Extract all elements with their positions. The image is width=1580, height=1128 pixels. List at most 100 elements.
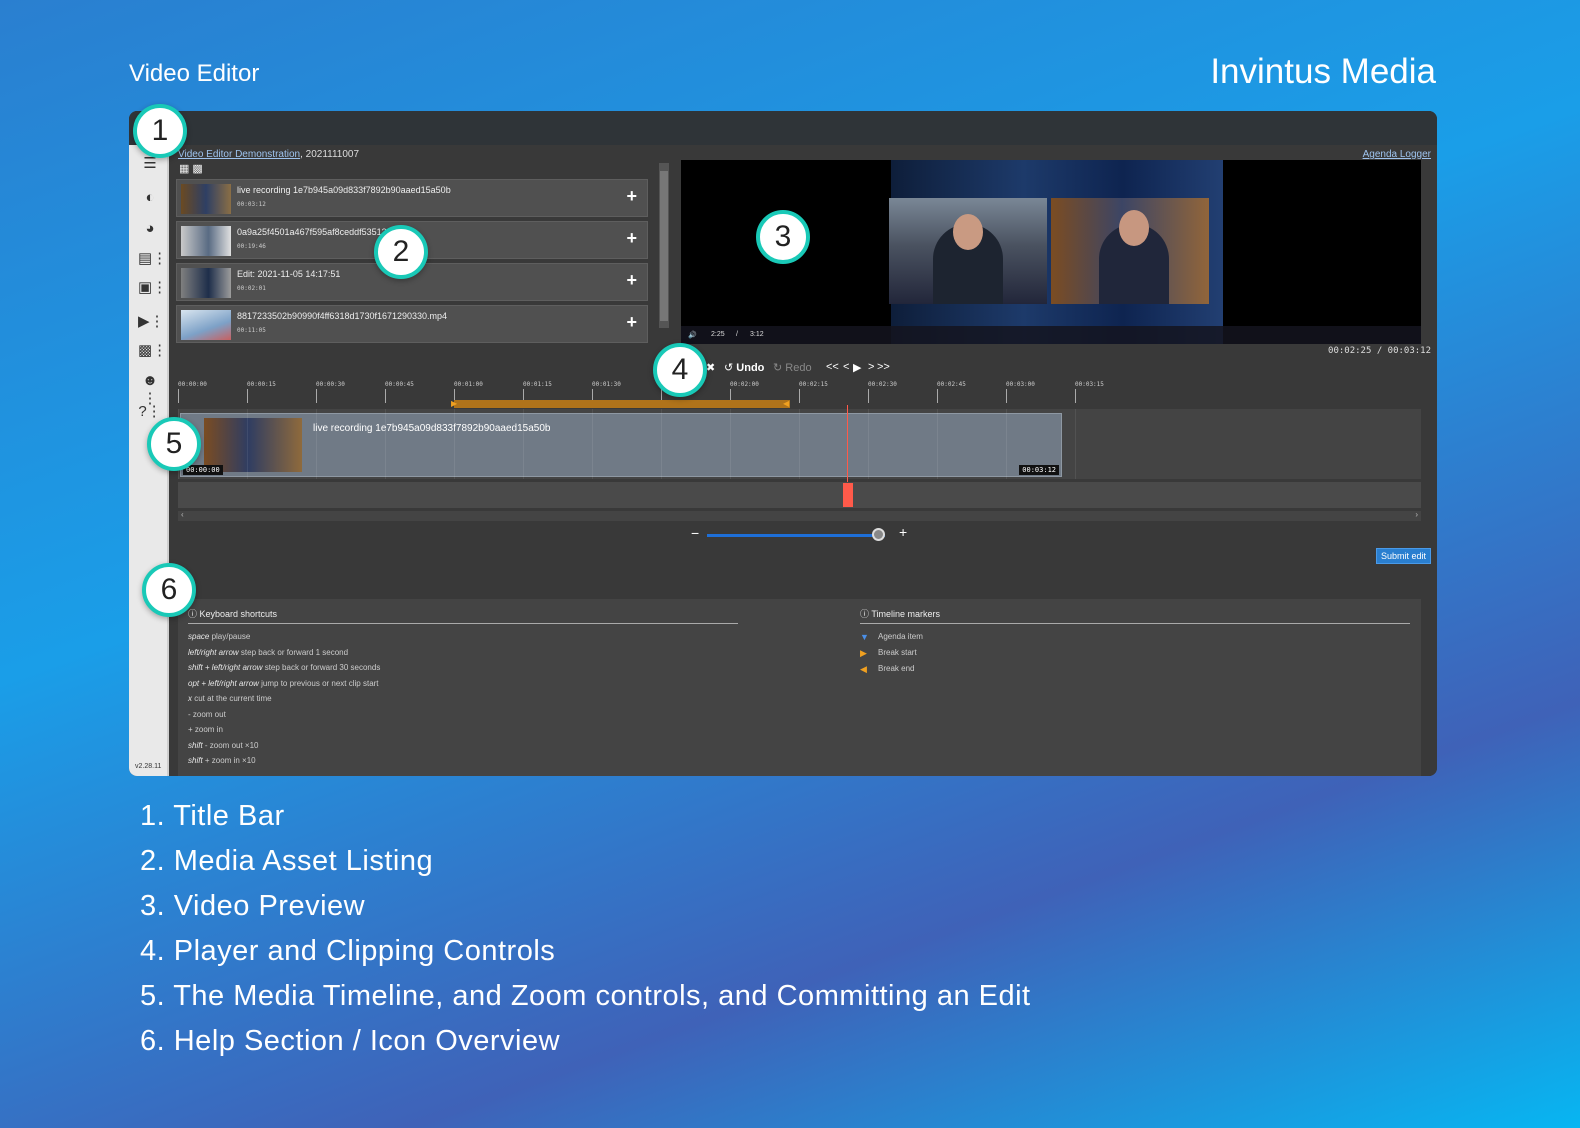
shortcut-key: space [188, 632, 210, 641]
legend-item: 3. Video Preview [140, 890, 366, 922]
list-item: ▶ Break start [860, 648, 1410, 664]
shortcut-key: shift [188, 740, 203, 750]
shortcut-key: shift [188, 756, 203, 765]
view-toggles: ▦▩ [179, 162, 206, 175]
play-icon[interactable]: ▶ [853, 361, 861, 374]
cut-icon[interactable]: ✖ [706, 361, 715, 374]
asset-list-scrollbar[interactable] [659, 163, 669, 328]
help-section: ⓘ Keyboard shortcuts space play/pause lef… [178, 599, 1421, 776]
shortcut-item: shift + zoom in ×10 [188, 756, 738, 772]
add-asset-icon[interactable]: + [626, 312, 637, 333]
page-title: Video Editor [129, 60, 260, 87]
add-video-icon[interactable]: ▶⋮ [138, 313, 165, 331]
legend-item: 1. Title Bar [140, 800, 285, 832]
callout-badge: 6 [142, 563, 196, 617]
timeline-clip[interactable]: live recording 1e7b945a09d833f7892b90aae… [180, 413, 1062, 477]
shortcut-item: - zoom out [188, 710, 738, 726]
break-end-marker-icon[interactable]: ◀ [783, 399, 789, 408]
list-item[interactable]: 8817233502b90990f4ff6318d1730f1671290330… [176, 305, 648, 343]
toolbox-icon[interactable]: ▩⋮ [138, 342, 167, 360]
shortcuts-title: ⓘ Keyboard shortcuts [188, 607, 738, 624]
skip-back-button[interactable]: < [843, 361, 849, 373]
playhead-handle[interactable] [843, 483, 853, 507]
shortcuts-title-text: Keyboard shortcuts [199, 609, 278, 619]
clip-name: live recording 1e7b945a09d833f7892b90aae… [313, 423, 551, 434]
asset-thumbnail [181, 310, 231, 340]
total-time: 3:12 [750, 331, 764, 338]
ruler-tick-label: 00:02:30 [868, 381, 897, 388]
asset-duration: 00:19:46 [237, 243, 266, 250]
add-asset-icon[interactable]: + [626, 228, 637, 249]
list-item: ▼ Agenda item [860, 632, 1410, 648]
redo-button[interactable]: ↻ Redo [773, 361, 812, 374]
skip-forward-fast-button[interactable]: >> [877, 361, 890, 373]
scroll-right-icon[interactable]: › [1415, 510, 1418, 519]
list-icon[interactable]: ▤⋮ [138, 250, 167, 268]
shortcut-key: left/right arrow [188, 647, 239, 657]
help-icon[interactable]: ?⋮ [138, 403, 162, 421]
asset-name: 8817233502b90990f4ff6318d1730f1671290330… [237, 311, 448, 321]
users-settings-icon[interactable]: ☻⋮ [138, 372, 162, 407]
time-separator: / [736, 331, 738, 338]
ruler-tick-label: 00:00:15 [247, 381, 276, 388]
ruler-tick [937, 389, 938, 403]
timeline-scrollbar[interactable]: ‹ › [178, 510, 1421, 521]
agenda-logger-link[interactable]: Agenda Logger [1363, 149, 1431, 160]
skip-forward-button[interactable]: > [868, 361, 874, 373]
pie-chart-icon[interactable]: ◕ [138, 220, 162, 238]
clip-start-time: 00:00:00 [183, 465, 223, 475]
undo-button[interactable]: ↺ Undo [724, 361, 764, 374]
list-view-icon[interactable]: ▦ [179, 163, 192, 175]
ruler-tick-label: 00:01:00 [454, 381, 483, 388]
speaker-head [953, 214, 983, 250]
feature-legend: 1. Title Bar 2. Media Asset Listing 3. V… [140, 800, 1031, 1070]
clip-end-time: 00:03:12 [1019, 465, 1059, 475]
shortcut-key: shift + left/right arrow [188, 663, 263, 672]
zoom-out-button[interactable]: − [691, 525, 699, 541]
list-item[interactable]: live recording 1e7b945a09d833f7892b90aae… [176, 179, 648, 217]
asset-duration: 00:11:05 [237, 327, 266, 334]
callout-badge: 5 [147, 417, 201, 471]
submit-edit-button[interactable]: Submit edit [1375, 548, 1431, 564]
timeline-grid-line [385, 409, 386, 479]
breadcrumb-link[interactable]: Video Editor Demonstration [178, 149, 300, 160]
agenda-item-marker-icon: ▼ [860, 632, 869, 642]
list-item: ◀ Break end [860, 664, 1410, 680]
zoom-slider-track[interactable] [707, 534, 885, 537]
shortcut-item: space play/pause [188, 632, 738, 648]
title-bar [129, 111, 1437, 145]
ruler-tick-label: 00:00:00 [178, 381, 207, 388]
timeline-ruler[interactable]: 00:00:00 00:00:15 00:00:30 00:00:45 00:01:00… [178, 381, 1421, 409]
callout-badge: 1 [133, 104, 187, 158]
zoom-in-button[interactable]: + [899, 524, 907, 540]
timeline-grid-line [937, 409, 938, 479]
break-end-marker-icon: ◀ [860, 664, 867, 674]
dashboard-icon[interactable]: ◐ [138, 189, 162, 207]
scrollbar-thumb[interactable] [660, 171, 668, 321]
shortcut-description: - zoom out ×10 [202, 740, 259, 750]
breadcrumb-id: , 2021111007 [300, 149, 360, 160]
media-timeline-track[interactable]: live recording 1e7b945a09d833f7892b90aae… [178, 409, 1421, 479]
ruler-tick-label: 00:03:15 [1075, 381, 1104, 388]
ruler-tick [868, 389, 869, 403]
zoom-slider-handle[interactable] [871, 528, 885, 541]
brand-logo-text: Invintus Media [1210, 52, 1436, 91]
skip-back-fast-button[interactable]: << [826, 361, 839, 373]
timeline-grid-line [592, 409, 593, 479]
clip-thumbnail [204, 418, 302, 472]
media-library-icon[interactable]: ▣⋮ [138, 279, 167, 297]
scroll-left-icon[interactable]: ‹ [181, 510, 184, 519]
volume-icon[interactable]: 🔊 [688, 331, 697, 339]
ruler-tick-label: 00:02:15 [799, 381, 828, 388]
timeline-grid-line [730, 409, 731, 479]
break-start-marker-icon[interactable]: ▶ [451, 399, 457, 408]
zoom-control: − + [691, 524, 921, 543]
timeline-grid-line [523, 409, 524, 479]
grid-view-icon[interactable]: ▩ [192, 163, 205, 175]
ruler-tick-label: 00:01:30 [592, 381, 621, 388]
audio-track [178, 482, 1421, 508]
add-asset-icon[interactable]: + [626, 186, 637, 207]
shortcut-item: opt + left/right arrow jump to previous … [188, 679, 738, 695]
add-asset-icon[interactable]: + [626, 270, 637, 291]
break-range[interactable] [454, 400, 790, 408]
